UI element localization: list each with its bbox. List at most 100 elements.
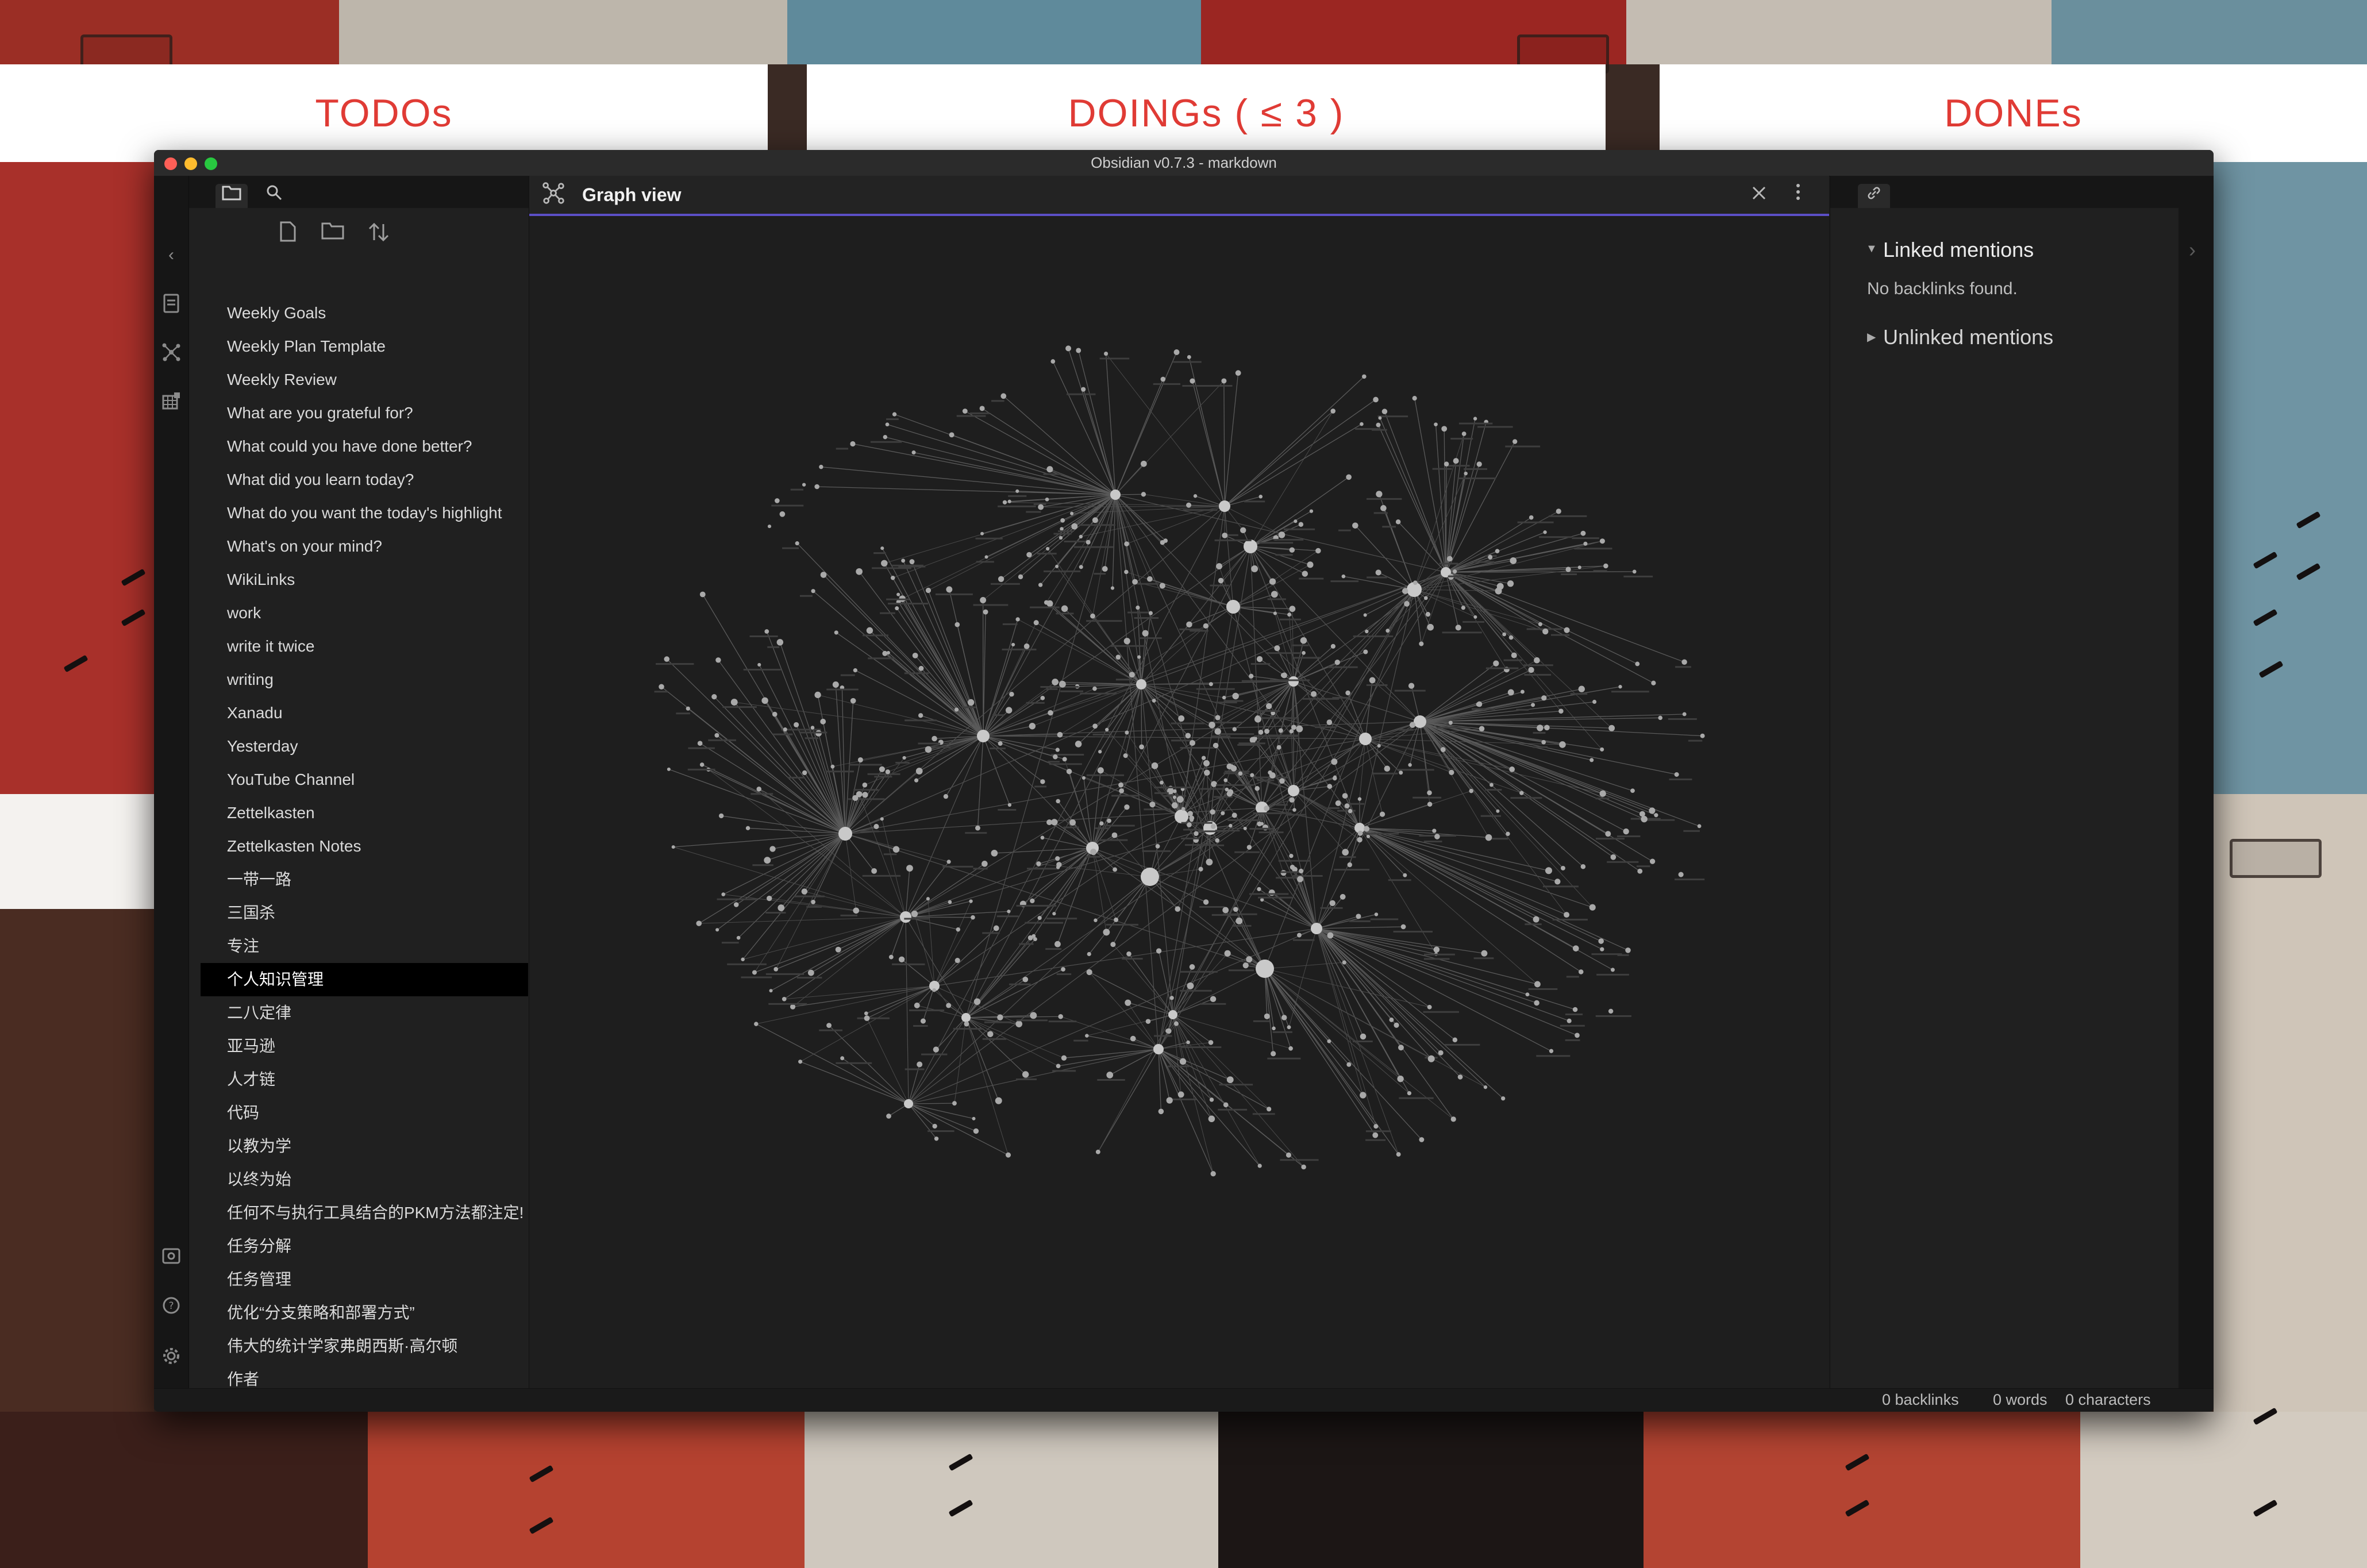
graph-node[interactable]: [1079, 534, 1083, 539]
graph-node[interactable]: [1440, 747, 1446, 753]
graph-node[interactable]: [1327, 784, 1333, 789]
graph-node[interactable]: [1125, 999, 1131, 1006]
graph-node[interactable]: [1221, 378, 1227, 384]
graph-node[interactable]: [1427, 1004, 1432, 1010]
graph-node[interactable]: [1051, 819, 1058, 826]
graph-node[interactable]: [1061, 605, 1068, 612]
graph-node[interactable]: [1269, 578, 1276, 585]
graph-node[interactable]: [1036, 861, 1041, 866]
graph-node[interactable]: [1373, 1124, 1379, 1129]
graph-node[interactable]: [1380, 505, 1387, 511]
graph-node[interactable]: [718, 813, 724, 819]
graph-node[interactable]: [838, 827, 852, 841]
graph-node[interactable]: [1256, 656, 1263, 662]
graph-node[interactable]: [699, 762, 705, 767]
graph-node[interactable]: [993, 925, 999, 931]
graph-node[interactable]: [1005, 1152, 1011, 1158]
graph-node[interactable]: [1335, 800, 1341, 806]
graph-node[interactable]: [775, 498, 780, 503]
graph-node[interactable]: [1397, 1075, 1404, 1082]
graph-node[interactable]: [1302, 651, 1306, 655]
graph-node[interactable]: [1381, 409, 1388, 414]
graph-node[interactable]: [1377, 743, 1381, 748]
graph-node[interactable]: [1240, 527, 1246, 534]
graph-node[interactable]: [1058, 1014, 1063, 1019]
graph-node[interactable]: [881, 560, 888, 567]
file-item[interactable]: What could you have done better?: [201, 430, 528, 463]
graph-node[interactable]: [1226, 1076, 1234, 1084]
graph-node[interactable]: [1427, 802, 1433, 807]
graph-node[interactable]: [932, 988, 936, 992]
graph-node[interactable]: [1251, 565, 1258, 572]
graph-node[interactable]: [1060, 527, 1064, 531]
graph-node[interactable]: [1538, 622, 1542, 626]
graph-node[interactable]: [1037, 916, 1042, 920]
graph-node[interactable]: [1208, 1115, 1215, 1123]
graph-node[interactable]: [1204, 769, 1210, 776]
graph-node[interactable]: [1360, 422, 1364, 426]
graph-node[interactable]: [1026, 552, 1032, 558]
graph-node[interactable]: [1534, 657, 1540, 664]
graph-node[interactable]: [1326, 719, 1333, 725]
graph-node[interactable]: [1223, 778, 1228, 783]
graph-node[interactable]: [1103, 929, 1110, 936]
graph-node[interactable]: [1618, 685, 1622, 689]
graph-node[interactable]: [1441, 426, 1448, 432]
graph-node[interactable]: [864, 1011, 868, 1016]
graph-node[interactable]: [1520, 689, 1525, 694]
settings-icon[interactable]: [161, 1347, 182, 1367]
graph-node[interactable]: [752, 970, 757, 975]
graph-node[interactable]: [826, 1023, 832, 1028]
graph-node[interactable]: [667, 767, 671, 771]
graph-node[interactable]: [1113, 867, 1117, 872]
graph-node[interactable]: [1352, 522, 1358, 529]
vault-icon[interactable]: [161, 1247, 182, 1268]
graph-node[interactable]: [1061, 967, 1065, 972]
graph-node[interactable]: [1203, 760, 1210, 766]
graph-node[interactable]: [918, 713, 923, 718]
graph-node[interactable]: [900, 911, 911, 923]
graph-node[interactable]: [1249, 673, 1254, 679]
graph-node[interactable]: [1223, 1102, 1229, 1108]
graph-node[interactable]: [1208, 1040, 1214, 1045]
graph-node[interactable]: [886, 1114, 891, 1119]
graph-node[interactable]: [1395, 519, 1401, 525]
graph-node[interactable]: [1599, 790, 1606, 797]
graph-node[interactable]: [892, 412, 897, 417]
graph-node[interactable]: [1403, 873, 1407, 877]
graph-node[interactable]: [1056, 799, 1060, 804]
graph-node[interactable]: [918, 665, 924, 671]
graph-node[interactable]: [714, 733, 719, 738]
graph-node[interactable]: [885, 769, 890, 775]
graph-node[interactable]: [1330, 644, 1335, 649]
graph-node[interactable]: [1181, 807, 1186, 811]
graph-node[interactable]: [1580, 864, 1586, 869]
graph-node[interactable]: [1246, 956, 1253, 963]
graph-node[interactable]: [1011, 642, 1015, 647]
graph-node[interactable]: [1651, 680, 1656, 685]
graph-node[interactable]: [956, 927, 961, 932]
graph-node[interactable]: [1193, 494, 1198, 498]
graph-node[interactable]: [1146, 576, 1153, 582]
new-folder-icon[interactable]: [320, 221, 345, 246]
graph-node[interactable]: [1274, 645, 1280, 652]
file-item[interactable]: 专注: [201, 930, 528, 963]
file-item[interactable]: What did you learn today?: [201, 463, 528, 496]
file-item[interactable]: Yesterday: [201, 730, 528, 763]
graph-node[interactable]: [1534, 1000, 1539, 1006]
graph-node[interactable]: [1369, 677, 1376, 684]
graph-node[interactable]: [1356, 914, 1361, 919]
graph-node[interactable]: [1357, 837, 1363, 843]
graph-node[interactable]: [745, 826, 750, 830]
graph-node[interactable]: [1359, 733, 1372, 745]
graph-node[interactable]: [811, 900, 815, 904]
file-item[interactable]: What's on your mind?: [201, 530, 528, 563]
graph-node[interactable]: [1297, 876, 1303, 883]
graph-node[interactable]: [1022, 976, 1029, 983]
graph-node[interactable]: [973, 998, 981, 1005]
graph-node[interactable]: [1186, 1040, 1190, 1045]
graph-node[interactable]: [1172, 789, 1177, 793]
graph-node[interactable]: [1030, 898, 1035, 904]
graph-node[interactable]: [1187, 822, 1192, 827]
file-item[interactable]: Xanadu: [201, 696, 528, 730]
